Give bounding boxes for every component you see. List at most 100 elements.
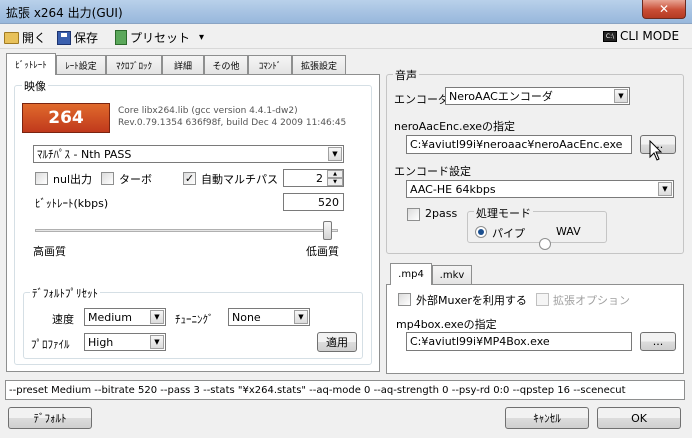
profile-value: High: [88, 335, 114, 349]
tuning-select[interactable]: None ▼: [228, 308, 310, 326]
tab-macroblock[interactable]: ﾏｸﾛﾌﾞﾛｯｸ: [106, 55, 162, 75]
bitrate-label: ﾋﾞｯﾄﾚｰﾄ(kbps): [35, 197, 109, 210]
auto-multipass-label: 自動マルチパス: [201, 173, 278, 186]
spin-up-icon[interactable]: ▲: [327, 170, 343, 178]
open-button[interactable]: 開く: [4, 29, 46, 46]
tab-other[interactable]: その他: [204, 55, 248, 75]
speed-select[interactable]: Medium ▼: [84, 308, 166, 326]
audio-encoder-value: NeroAACエンコーダ: [449, 90, 553, 103]
ext-option-checkbox[interactable]: [536, 293, 549, 306]
audio-encoder-label: エンコーダ: [394, 93, 449, 106]
nul-output-checkbox[interactable]: [35, 172, 48, 185]
quality-slider-track[interactable]: [35, 229, 338, 232]
dropdown-arrow-icon: ▼: [150, 335, 164, 349]
tab-bitrate[interactable]: ﾋﾞｯﾄﾚｰﾄ: [6, 53, 56, 75]
window-title: 拡張 x264 出力(GUI): [6, 6, 123, 20]
tab-mkv[interactable]: .mkv: [432, 265, 472, 285]
cli-mode-label: CLI MODE: [620, 29, 680, 43]
save-button[interactable]: 保存: [57, 29, 98, 46]
quality-high-label: 高画質: [33, 245, 66, 258]
default-button[interactable]: ﾃﾞﾌｫﾙﾄ: [8, 407, 92, 429]
turbo-label: ターボ: [119, 173, 152, 186]
tab-label: 詳細: [173, 62, 192, 72]
mouse-cursor-icon: [649, 140, 663, 161]
speed-label: 速度: [52, 313, 74, 326]
ok-button[interactable]: OK: [597, 407, 681, 429]
cli-mode-button[interactable]: C:\ CLI MODE: [603, 29, 679, 43]
external-muxer-checkbox[interactable]: [398, 293, 411, 306]
tab-details[interactable]: 詳細: [162, 55, 204, 75]
mp4box-label: mp4box.exeの指定: [396, 318, 497, 331]
nero-exe-label: neroAacEnc.exeの指定: [394, 120, 516, 133]
dropdown-arrow-icon: ▼: [294, 310, 308, 324]
folder-icon: [4, 31, 19, 44]
encode-mode-select[interactable]: ﾏﾙﾁﾊﾟｽ - Nth PASS ▼: [33, 145, 344, 163]
process-mode-label: 処理モード: [474, 205, 533, 221]
nero-exe-path: C:¥aviutl99i¥neroaac¥neroAacEnc.exe: [410, 138, 623, 151]
title-bar: 拡張 x264 出力(GUI) ✕: [0, 0, 692, 24]
command-line-text: --preset Medium --bitrate 520 --pass 3 -…: [9, 384, 626, 396]
save-label: 保存: [74, 31, 99, 45]
chevron-down-icon: ▾: [199, 32, 205, 43]
multipass-count-value: 2: [316, 171, 323, 185]
core-info-line2: Rev.0.79.1354 636f98f, build Dec 4 2009 …: [118, 118, 347, 128]
encode-settings-select[interactable]: AAC-HE 64kbps ▼: [406, 180, 674, 198]
x264-logo: 264: [22, 103, 110, 133]
preset-label: プリセット: [130, 31, 191, 45]
spin-down-icon[interactable]: ▼: [327, 178, 343, 186]
encode-mode-value: ﾏﾙﾁﾊﾟｽ - Nth PASS: [37, 148, 132, 161]
tab-label: 拡張設定: [300, 62, 337, 72]
floppy-icon: [57, 30, 71, 45]
nero-exe-path-input[interactable]: C:¥aviutl99i¥neroaac¥neroAacEnc.exe: [406, 135, 632, 154]
tab-mp4[interactable]: .mp4: [390, 263, 432, 285]
tuning-value: None: [232, 310, 261, 324]
tab-extended-settings[interactable]: 拡張設定: [292, 55, 346, 75]
encode-settings-value: AAC-HE 64kbps: [410, 182, 496, 196]
turbo-checkbox[interactable]: [101, 172, 114, 185]
mp4box-path-input[interactable]: C:¥aviutl99i¥MP4Box.exe: [406, 332, 632, 351]
video-group-label: 映像: [22, 78, 48, 94]
preset-icon: [115, 30, 127, 45]
apply-preset-button[interactable]: 適用: [317, 332, 357, 352]
default-preset-label: ﾃﾞﾌｫﾙﾄﾌﾟﾘｾｯﾄ: [30, 285, 100, 301]
dropdown-arrow-icon: ▼: [328, 147, 342, 161]
tab-command[interactable]: ｺﾏﾝﾄﾞ: [248, 55, 292, 75]
cancel-button[interactable]: ｷｬﾝｾﾙ: [505, 407, 589, 429]
tab-rate-settings[interactable]: ﾚｰﾄ設定: [56, 55, 106, 75]
audio-group-label: 音声: [393, 67, 419, 83]
mp4box-browse-button[interactable]: ...: [640, 332, 676, 351]
preset-menu-button[interactable]: プリセット ▾: [115, 29, 204, 46]
tuning-label: ﾁｭｰﾆﾝｸﾞ: [175, 313, 214, 326]
open-label: 開く: [22, 31, 47, 45]
tab-label: その他: [212, 62, 240, 72]
bitrate-value: 520: [318, 195, 339, 209]
twopass-checkbox[interactable]: [407, 208, 420, 221]
pipe-radio[interactable]: [475, 226, 487, 238]
speed-value: Medium: [88, 310, 132, 324]
pipe-label: パイプ: [492, 227, 525, 240]
dropdown-arrow-icon: ▼: [150, 310, 164, 324]
auto-multipass-checkbox[interactable]: ✓: [183, 172, 196, 185]
profile-label: ﾌﾟﾛﾌｧｲﾙ: [31, 338, 70, 351]
bitrate-input[interactable]: 520: [283, 193, 344, 211]
console-icon: C:\: [603, 30, 617, 42]
profile-select[interactable]: High ▼: [84, 333, 166, 351]
quality-slider-thumb[interactable]: [323, 221, 333, 240]
mp4box-path: C:¥aviutl99i¥MP4Box.exe: [410, 335, 550, 348]
ext-option-label: 拡張オプション: [553, 294, 630, 307]
wav-radio[interactable]: [539, 238, 551, 250]
command-line-field[interactable]: --preset Medium --bitrate 520 --pass 3 -…: [5, 380, 685, 400]
tab-label: ｺﾏﾝﾄﾞ: [258, 62, 282, 72]
close-button[interactable]: ✕: [642, 0, 686, 19]
audio-encoder-select[interactable]: NeroAACエンコーダ ▼: [445, 87, 630, 105]
dropdown-arrow-icon: ▼: [658, 182, 672, 196]
external-muxer-label: 外部Muxerを利用する: [416, 294, 527, 307]
toolbar: 開く 保存 プリセット ▾ C:\ CLI MODE: [0, 24, 692, 49]
dropdown-arrow-icon: ▼: [614, 89, 628, 103]
nul-output-label: nul出力: [53, 173, 92, 186]
logo-text: 264: [48, 108, 84, 128]
encode-settings-label: エンコード設定: [394, 165, 471, 178]
core-info-line1: Core libx264.lib (gcc version 4.4.1-dw2): [118, 106, 298, 116]
tab-label: .mkv: [439, 270, 465, 281]
tab-label: ﾚｰﾄ設定: [65, 62, 97, 72]
